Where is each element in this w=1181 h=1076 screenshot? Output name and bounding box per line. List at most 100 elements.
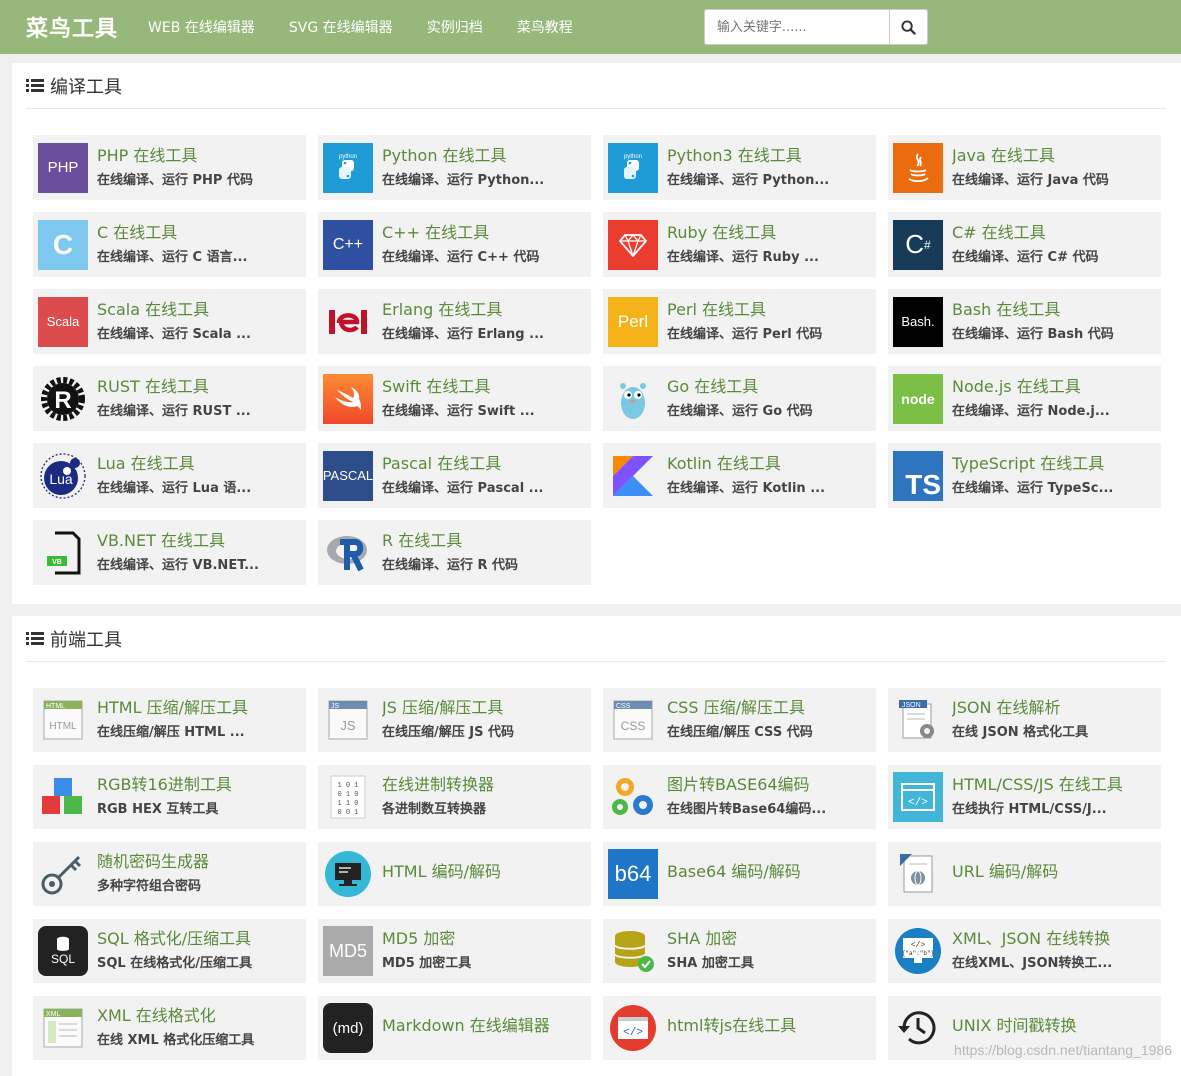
tool-card-scala[interactable]: ScalaScala 在线工具在线编译、运行 Scala ... xyxy=(33,289,306,354)
tool-card-img-base64[interactable]: 图片转BASE64编码在线图片转Base64编码... xyxy=(603,765,876,829)
tool-card-typescript[interactable]: TSTypeScript 在线工具在线编译、运行 TypeSc... xyxy=(888,443,1161,508)
tool-card-md5[interactable]: MD5MD5 加密MD5 加密工具 xyxy=(318,919,591,983)
tool-card-xml-format[interactable]: XMLXML 在线格式化在线 XML 格式化压缩工具 xyxy=(33,996,306,1060)
tool-card-js-compress[interactable]: JSJSJS 压缩/解压工具在线压缩/解压 JS 代码 xyxy=(318,688,591,752)
search-input[interactable] xyxy=(705,10,889,44)
tool-card-python3[interactable]: pythonPython3 在线工具在线编译、运行 Python... xyxy=(603,135,876,200)
tool-desc: 在线编译、运行 VB.NET... xyxy=(97,556,297,576)
tool-card-url-encode[interactable]: URL 编码/解码 xyxy=(888,842,1161,906)
tool-title: RGB转16进制工具 xyxy=(97,774,297,796)
html-compress-icon: HTML HTML xyxy=(38,695,88,745)
tool-desc: 在线编译、运行 Erlang ... xyxy=(382,325,582,345)
main-nav: WEB 在线编辑器 SVG 在线编辑器 实例归档 菜鸟教程 xyxy=(148,17,602,37)
svg-text:HTML: HTML xyxy=(46,703,65,710)
tool-card-erlang[interactable]: Erlang 在线工具在线编译、运行 Erlang ... xyxy=(318,289,591,354)
tool-title: JS 压缩/解压工具 xyxy=(382,697,582,719)
nav-examples[interactable]: 实例归档 xyxy=(427,20,483,36)
tool-card-r[interactable]: R 在线工具在线编译、运行 R 代码 xyxy=(318,520,591,585)
tool-card-password[interactable]: 随机密码生成器多种字符组合密码 xyxy=(33,842,306,906)
nav-web-editor[interactable]: WEB 在线编辑器 xyxy=(148,20,255,36)
svg-text:CSS: CSS xyxy=(616,703,631,710)
nav-tutorial[interactable]: 菜鸟教程 xyxy=(517,20,573,36)
tool-title: Scala 在线工具 xyxy=(97,299,297,321)
svg-text:</>: </> xyxy=(911,941,926,950)
tool-desc: 在线 XML 格式化压缩工具 xyxy=(97,1031,297,1051)
scala-icon: Scala xyxy=(38,297,88,347)
search-button[interactable] xyxy=(889,10,927,44)
tool-desc: 在线编译、运行 C# 代码 xyxy=(952,248,1152,268)
tool-card-html-encode[interactable]: HTML 编码/解码 xyxy=(318,842,591,906)
tool-card-base64[interactable]: b64Base64 编码/解码 xyxy=(603,842,876,906)
svg-text:JS: JS xyxy=(340,718,356,733)
monitor-icon xyxy=(323,849,373,899)
tool-card-html-css-js[interactable]: </>HTML/CSS/JS 在线工具在线执行 HTML/CSS/J... xyxy=(888,765,1161,829)
tool-desc: 在线编译、运行 Pascal ... xyxy=(382,479,582,499)
tool-card-php[interactable]: PHPPHP 在线工具在线编译、运行 PHP 代码 xyxy=(33,135,306,200)
svg-text:HTML: HTML xyxy=(49,721,77,732)
tool-card-kotlin[interactable]: Kotlin 在线工具在线编译、运行 Kotlin ... xyxy=(603,443,876,508)
tool-card-xml-json[interactable]: </>{"a":"b"}XML、JSON 在线转换在线XML、JSON转换工..… xyxy=(888,919,1161,983)
tool-desc: 在线编译、运行 PHP 代码 xyxy=(97,171,297,191)
tool-card-perl[interactable]: PerlPerl 在线工具在线编译、运行 Perl 代码 xyxy=(603,289,876,354)
tool-title: VB.NET 在线工具 xyxy=(97,530,297,552)
tool-card-html2js[interactable]: </>html转js在线工具 xyxy=(603,996,876,1060)
tool-title: UNIX 时间戳转换 xyxy=(952,1015,1152,1037)
tool-title: html转js在线工具 xyxy=(667,1015,867,1037)
code-window-icon: </> xyxy=(893,772,943,822)
tool-card-sql[interactable]: SQLSQL 格式化/压缩工具SQL 在线格式化/压缩工具 xyxy=(33,919,306,983)
tool-card-nodejs[interactable]: nodeNode.js 在线工具在线编译、运行 Node.j... xyxy=(888,366,1161,431)
tool-title: SQL 格式化/压缩工具 xyxy=(97,928,297,950)
python-icon: python xyxy=(323,143,373,193)
tool-card-vbnet[interactable]: VB VB.NET 在线工具在线编译、运行 VB.NET... xyxy=(33,520,306,585)
tool-title: Go 在线工具 xyxy=(667,376,867,398)
python3-icon: python xyxy=(608,143,658,193)
svg-text:python: python xyxy=(624,154,642,160)
tool-grid: HTMLHTMLHTML 压缩/解压工具在线压缩/解压 HTML ... JSJ… xyxy=(33,688,1161,1073)
tool-card-swift[interactable]: Swift 在线工具在线编译、运行 Swift ... xyxy=(318,366,591,431)
brand-logo[interactable]: 菜鸟工具 xyxy=(26,11,118,43)
tool-title: C++ 在线工具 xyxy=(382,222,582,244)
tool-title: Markdown 在线编辑器 xyxy=(382,1015,582,1037)
frontend-tools-panel: 前端工具 HTMLHTMLHTML 压缩/解压工具在线压缩/解压 HTML ..… xyxy=(12,616,1181,1076)
tool-grid: PHPPHP 在线工具在线编译、运行 PHP 代码 pythonPython 在… xyxy=(33,135,1161,597)
svg-text:</>: </> xyxy=(908,797,928,809)
md5-icon: MD5 xyxy=(323,926,373,976)
tool-desc: 在线编译、运行 R 代码 xyxy=(382,556,582,576)
tool-title: HTML 编码/解码 xyxy=(382,861,582,883)
tool-title: PHP 在线工具 xyxy=(97,145,297,167)
tool-card-css-compress[interactable]: CSSCSSCSS 压缩/解压工具在线压缩/解压 CSS 代码 xyxy=(603,688,876,752)
tool-card-sha[interactable]: SHA 加密SHA 加密工具 xyxy=(603,919,876,983)
tool-desc: 在线编译、运行 C 语言... xyxy=(97,248,297,268)
tool-card-html-compress[interactable]: HTMLHTMLHTML 压缩/解压工具在线压缩/解压 HTML ... xyxy=(33,688,306,752)
tool-desc: 在线压缩/解压 HTML ... xyxy=(97,723,297,743)
tool-desc: 在线编译、运行 Node.j... xyxy=(952,402,1152,422)
tool-card-rgb-hex[interactable]: RGB转16进制工具RGB HEX 互转工具 xyxy=(33,765,306,829)
tool-card-ruby[interactable]: Ruby 在线工具在线编译、运行 Ruby ... xyxy=(603,212,876,277)
tool-title: Python3 在线工具 xyxy=(667,145,867,167)
tool-title: 随机密码生成器 xyxy=(97,851,297,873)
tool-desc: 在线编译、运行 TypeSc... xyxy=(952,479,1152,499)
tool-card-cpp[interactable]: C++C++ 在线工具在线编译、运行 C++ 代码 xyxy=(318,212,591,277)
tool-title: Perl 在线工具 xyxy=(667,299,867,321)
tool-card-python[interactable]: pythonPython 在线工具在线编译、运行 Python... xyxy=(318,135,591,200)
tool-desc: SHA 加密工具 xyxy=(667,954,867,974)
tool-card-lua[interactable]: LuaLua 在线工具在线编译、运行 Lua 语... xyxy=(33,443,306,508)
tool-card-bash[interactable]: Bash.Bash 在线工具在线编译、运行 Bash 代码 xyxy=(888,289,1161,354)
tool-card-rust[interactable]: RRUST 在线工具在线编译、运行 RUST ... xyxy=(33,366,306,431)
tool-card-go[interactable]: Go 在线工具在线编译、运行 Go 代码 xyxy=(603,366,876,431)
tool-title: HTML/CSS/JS 在线工具 xyxy=(952,774,1152,796)
tool-card-radix[interactable]: 1 0 10 1 01 1 00 0 1在线进制转换器各进制数互转换器 xyxy=(318,765,591,829)
svg-text:R: R xyxy=(54,387,71,414)
tool-title: RUST 在线工具 xyxy=(97,376,297,398)
tool-card-csharp[interactable]: C#C# 在线工具在线编译、运行 C# 代码 xyxy=(888,212,1161,277)
tool-card-java[interactable]: Java 在线工具在线编译、运行 Java 代码 xyxy=(888,135,1161,200)
bash-icon: Bash. xyxy=(893,297,943,347)
svg-text:1 1 0: 1 1 0 xyxy=(337,800,358,808)
svg-text:VB: VB xyxy=(52,559,62,566)
tool-card-pascal[interactable]: PASCALPascal 在线工具在线编译、运行 Pascal ... xyxy=(318,443,591,508)
nav-svg-editor[interactable]: SVG 在线编辑器 xyxy=(289,20,393,36)
tool-card-markdown[interactable]: (md)Markdown 在线编辑器 xyxy=(318,996,591,1060)
tool-card-json[interactable]: JSONJSON 在线解析在线 JSON 格式化工具 xyxy=(888,688,1161,752)
tool-title: XML 在线格式化 xyxy=(97,1005,297,1027)
tool-card-c[interactable]: CC 在线工具在线编译、运行 C 语言... xyxy=(33,212,306,277)
